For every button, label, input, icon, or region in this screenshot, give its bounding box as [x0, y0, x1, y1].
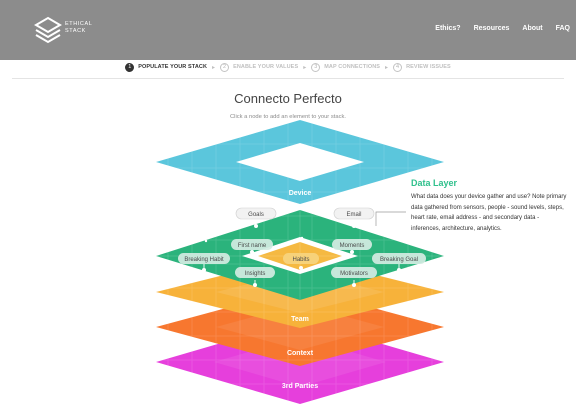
- layer-label-third-parties: 3rd Parties: [282, 383, 318, 390]
- node-breaking-goal[interactable]: Breaking Goal: [372, 253, 426, 264]
- node-moments-label: Moments: [340, 243, 365, 249]
- node-first-name[interactable]: First name: [231, 239, 273, 250]
- node-email-label: Email: [346, 212, 361, 218]
- info-panel-description: What data does your device gather and us…: [411, 194, 567, 232]
- node-first-name-label: First name: [238, 243, 267, 249]
- node-breaking-habit[interactable]: Breaking Habit: [178, 253, 230, 264]
- info-panel-title: Data Layer: [411, 178, 458, 188]
- layer-label-device: Device: [289, 190, 312, 197]
- node-insights[interactable]: Insights: [235, 267, 275, 278]
- node-email[interactable]: Email: [333, 207, 375, 220]
- node-insights-label: Insights: [245, 271, 266, 277]
- layer-label-team: Team: [291, 316, 309, 323]
- node-motivators-label: Motivators: [340, 271, 368, 277]
- node-goals-label: Goals: [248, 212, 264, 218]
- node-habits-label: Habits: [292, 257, 309, 263]
- node-motivators[interactable]: Motivators: [331, 267, 377, 278]
- layer-label-context: Context: [287, 350, 314, 357]
- node-habits[interactable]: Habits: [283, 253, 319, 264]
- node-goals[interactable]: Goals: [235, 207, 277, 220]
- node-breaking-goal-label: Breaking Goal: [380, 257, 418, 263]
- node-moments[interactable]: Moments: [332, 239, 372, 250]
- node-breaking-habit-label: Breaking Habit: [184, 257, 224, 263]
- callout-connector: [375, 211, 406, 226]
